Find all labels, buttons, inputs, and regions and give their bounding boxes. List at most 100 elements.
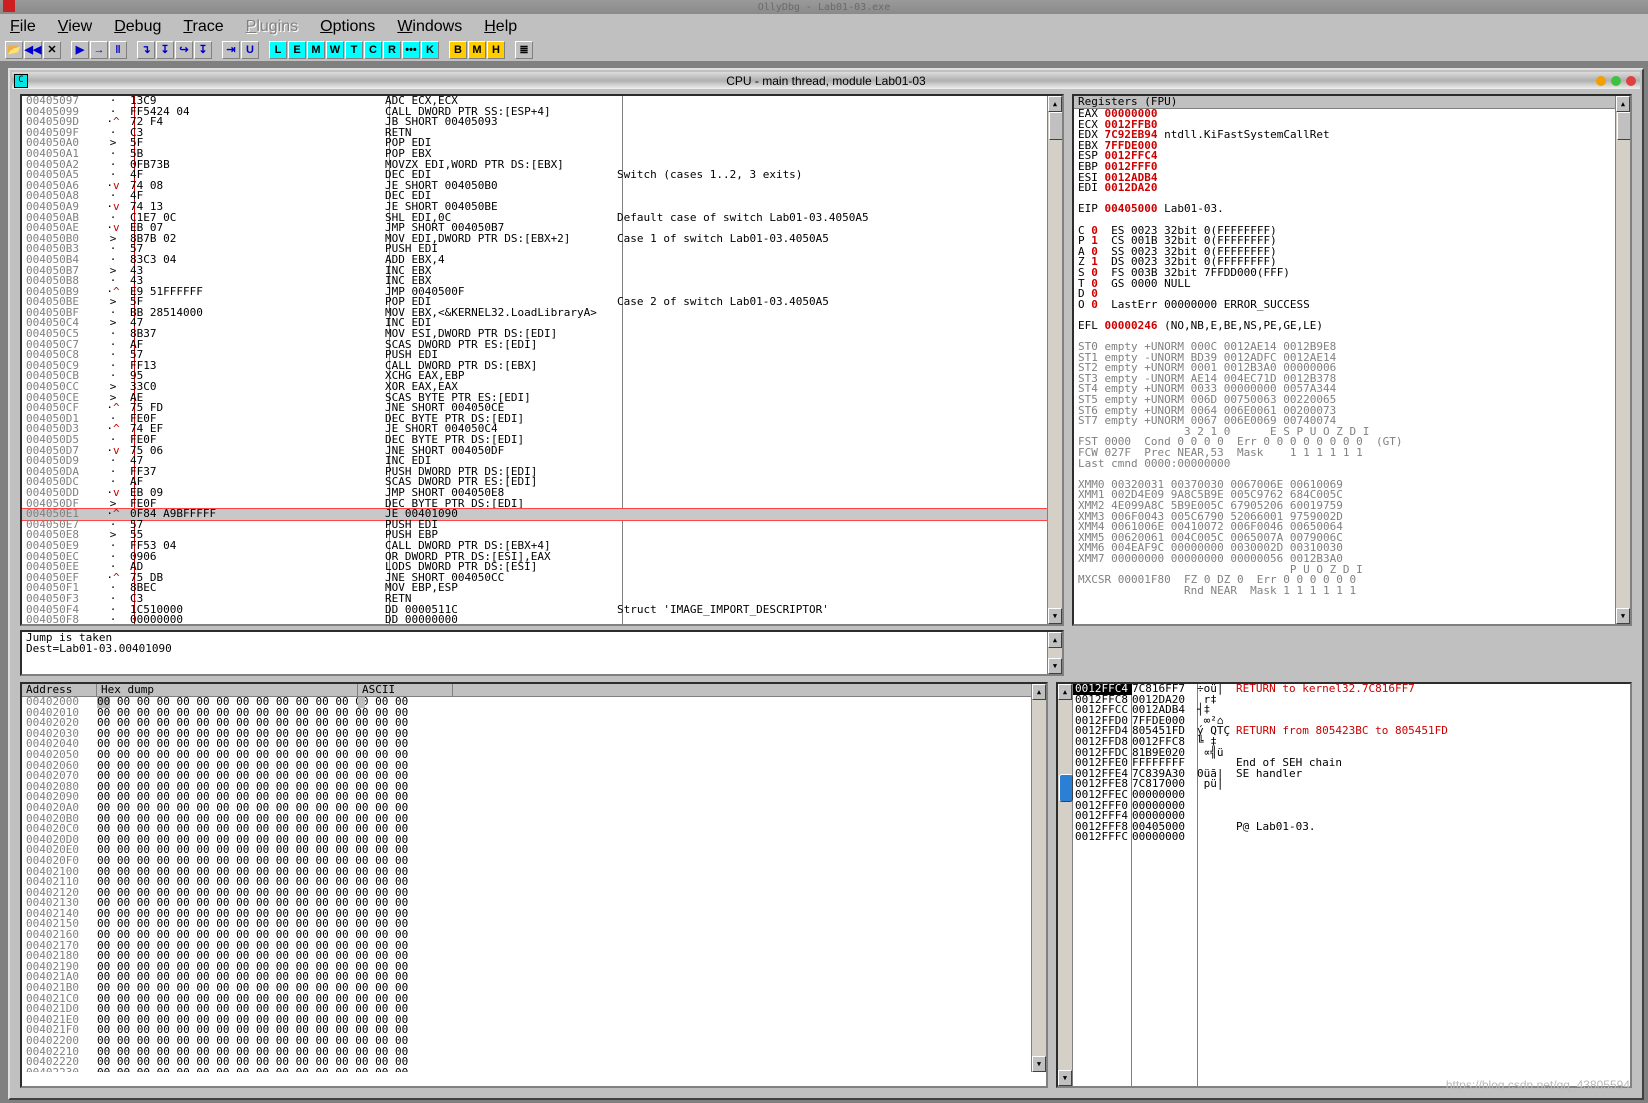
stack-row[interactable]: 0012FFFC 00000000: [1072, 832, 1616, 843]
trace-over-button[interactable]: ↧: [194, 41, 212, 59]
disasm-scrollbar[interactable]: ▲ ▼: [1047, 96, 1062, 624]
run-button[interactable]: ▶: [71, 41, 89, 59]
disassembly-pane[interactable]: 00405097 · 13C9 ADC ECX,ECX 00405099 · FF5424 …: [20, 94, 1064, 626]
registers-header: Registers (FPU): [1074, 96, 1630, 109]
stack-scrollbar[interactable]: ▲ ▼: [1058, 684, 1073, 1086]
log-window-button[interactable]: L: [269, 41, 287, 59]
disasm-row[interactable]: 004050A6 ·v 74 08 JE SHORT 004050B0: [22, 180, 1048, 192]
windows-list-button[interactable]: T: [345, 41, 363, 59]
scroll-down-arrow[interactable]: ▼: [1616, 608, 1630, 624]
patches-button[interactable]: K: [421, 41, 439, 59]
scroll-up-arrow[interactable]: ▲: [1048, 96, 1062, 112]
more-windows-button[interactable]: •••: [402, 41, 420, 59]
disasm-row[interactable]: 0040509F · C3 RETN: [22, 127, 1048, 139]
scroll-down-arrow[interactable]: ▼: [1058, 1070, 1072, 1086]
disasm-row[interactable]: 004050D5 · FE0F DEC BYTE PTR DS:[EDI]: [22, 434, 1048, 446]
disasm-row[interactable]: 004050F1 · 8BEC MOV EBP,ESP: [22, 583, 1048, 594]
threads-window-button[interactable]: W: [326, 41, 344, 59]
pause-button[interactable]: ‖: [109, 41, 127, 59]
call-stack-button[interactable]: R: [383, 41, 401, 59]
disassembly-list[interactable]: 00405097 · 13C9 ADC ECX,ECX 00405099 · FF5424 …: [22, 96, 1048, 624]
disasm-row[interactable]: 004050B4 · 83C3 04 ADD EBX,4: [22, 254, 1048, 266]
disasm-row[interactable]: 004050DD ·v EB 09 JMP SHORT 004050E8: [22, 487, 1048, 499]
user-code-button[interactable]: U: [241, 41, 259, 59]
menu-item-view[interactable]: View: [58, 18, 92, 36]
disasm-row[interactable]: 004050B9 ·^ E9 51FFFFFF JMP 0040500F: [22, 286, 1048, 298]
executable-modules-button[interactable]: E: [288, 41, 306, 59]
scroll-down-arrow[interactable]: ▼: [1048, 608, 1062, 624]
breakpoints-button[interactable]: B: [449, 41, 467, 59]
disasm-row[interactable]: 004050D1 · FE0F DEC BYTE PTR DS:[EDI]: [22, 413, 1048, 425]
disasm-row[interactable]: 004050C7 · AF SCAS DWORD PTR ES:[EDI]: [22, 339, 1048, 351]
dump-body[interactable]: 00402000 00 00 00 00 00 00 00 00 00 00 00…: [22, 697, 1032, 1072]
disasm-row[interactable]: 004050DC · AF SCAS DWORD PTR ES:[EDI]: [22, 477, 1048, 488]
options-list-button[interactable]: ≣: [515, 41, 533, 59]
minimize-button[interactable]: [1596, 75, 1606, 86]
disasm-row[interactable]: 004050C9 · FF13 CALL DWORD PTR DS:[EBX]: [22, 360, 1048, 372]
dump-row[interactable]: 0040223000 00 00 00 00 00 00 00 00 00 00…: [22, 1067, 1032, 1072]
disasm-row[interactable]: 004050EF ·^ 75 DB JNE SHORT 004050CC: [22, 572, 1048, 584]
close-button[interactable]: ✕: [43, 41, 61, 59]
disasm-row[interactable]: 004050D7 ·v 75 06 JNE SHORT 004050DF: [22, 445, 1048, 457]
scroll-up-arrow[interactable]: ▲: [1048, 632, 1062, 648]
disasm-row[interactable]: 004050CE > AE SCAS BYTE PTR ES:[EDI]: [22, 392, 1048, 404]
disasm-row[interactable]: 004050B0 >8B7B 02 MOV EDI,DWORD PTR DS:[EB…: [22, 233, 1048, 245]
menu-item-help[interactable]: Help: [484, 18, 517, 36]
disasm-bytes: 74 EF: [130, 422, 164, 436]
scroll-down-arrow[interactable]: ▼: [1048, 658, 1062, 674]
memory-breakpoints-button[interactable]: M: [468, 41, 486, 59]
menu-item-windows[interactable]: Windows: [397, 18, 462, 36]
scroll-up-arrow[interactable]: ▲: [1616, 96, 1630, 112]
disasm-row[interactable]: 004050A0 >5F POP EDI: [22, 138, 1048, 149]
info-scrollbar[interactable]: ▲ ▼: [1047, 632, 1062, 674]
tool-bar: 📂 ◀◀ ✕ ▶ → ‖ ↴ ↧ ↪ ↧ ⇥ U L E M W T C R ••• K B M H ≣: [0, 39, 1648, 62]
close-button[interactable]: [1626, 75, 1636, 86]
step-over-button[interactable]: ↧: [156, 41, 174, 59]
memory-dump-pane[interactable]: Address Hex dump ASCII 00402000 00 00 00 …: [20, 682, 1048, 1088]
menu-item-options[interactable]: Options: [320, 18, 375, 36]
disasm-row[interactable]: 00405099 · FF5424 04 CALL DWORD PTR SS:[ESP…: [22, 106, 1048, 118]
registers-body[interactable]: EAX 00000000 ECX 0012FFB0 EDX 7C92EB94 ntd…: [1074, 109, 1616, 624]
scroll-thumb[interactable]: [1617, 112, 1630, 140]
trace-into-button[interactable]: ↪: [175, 41, 193, 59]
menu-item-debug[interactable]: Debug: [114, 18, 161, 36]
scroll-up-arrow[interactable]: ▲: [1058, 684, 1072, 700]
disasm-row[interactable]: 004050E7 · 57 PUSH EDI: [22, 519, 1048, 531]
registers-scrollbar[interactable]: ▲ ▼: [1615, 96, 1630, 624]
disasm-row[interactable]: 004050EE · AD LODS DWORD PTR DS:[ESI]: [22, 561, 1048, 573]
disasm-row[interactable]: 004050CF ·^ 75 FD JNE SHORT 004050CE: [22, 402, 1048, 414]
scroll-down-arrow[interactable]: ▼: [1032, 1056, 1046, 1072]
memory-map-button[interactable]: M: [307, 41, 325, 59]
disasm-row[interactable]: 0040509D ·^ 72 F4 JB SHORT 00405093: [22, 116, 1048, 128]
hardware-breakpoints-button[interactable]: H: [487, 41, 505, 59]
cpu-window-button[interactable]: C: [364, 41, 382, 59]
open-file-button[interactable]: 📂: [5, 41, 23, 59]
disasm-row[interactable]: 004050D3 ·^ 74 EF JE SHORT 004050C4: [22, 422, 1048, 436]
disasm-row[interactable]: 004050A2 · 0FB73B MOVZX EDI,WORD PTR DS:[EB…: [22, 159, 1048, 171]
menu-item-trace[interactable]: Trace: [183, 18, 223, 36]
disasm-row[interactable]: 004050B7 >43 INC EBX: [22, 265, 1048, 277]
disasm-row[interactable]: 004050BF · BB 28514000 MOV EBX,<&KERNEL32.L…: [22, 307, 1048, 319]
cpu-window-title-bar[interactable]: C CPU - main thread, module Lab01-03: [12, 72, 1640, 89]
disasm-row[interactable]: 004050CC >33C0 XOR EAX,EAX: [22, 381, 1048, 393]
disasm-row[interactable]: 004050F8 · 00000000 DD 00000000: [22, 614, 1048, 624]
maximize-button[interactable]: [1611, 75, 1621, 86]
disasm-row[interactable]: 004050AB · C1E7 0C SHL EDI,0C Default case o…: [22, 212, 1048, 224]
scroll-thumb[interactable]: [1049, 112, 1062, 140]
step-over-run-button[interactable]: →: [90, 41, 108, 59]
registers-pane[interactable]: Registers (FPU) EAX 00000000 ECX 0012FFB0…: [1072, 94, 1632, 626]
disasm-row[interactable]: 004050CB · 95 XCHG EAX,EBP: [22, 371, 1048, 382]
stack-pane[interactable]: 0012FFC4 7C816FF7 ÷oü| RETURN to kernel32.7…: [1056, 682, 1632, 1088]
dump-scrollbar[interactable]: ▲ ▼: [1031, 684, 1046, 1072]
scroll-thumb[interactable]: [1059, 774, 1073, 802]
disasm-row[interactable]: 004050A5 · 4F DEC EDI Switch (cases 1..2, 3 …: [22, 169, 1048, 181]
restart-button[interactable]: ◀◀: [24, 41, 42, 59]
disasm-row[interactable]: 004050A8 · 4F DEC EDI: [22, 191, 1048, 202]
menu-item-plugins[interactable]: Plugins: [246, 18, 298, 36]
menu-item-file[interactable]: File: [10, 18, 36, 36]
disasm-row[interactable]: 004050E1 ·^ 0F84 A9BFFFFF JE 00401090: [22, 508, 1048, 521]
execute-till-return-button[interactable]: ⇥: [222, 41, 240, 59]
step-into-button[interactable]: ↴: [137, 41, 155, 59]
stack-body[interactable]: 0012FFC4 7C816FF7 ÷oü| RETURN to kernel32.7…: [1072, 684, 1616, 1086]
scroll-up-arrow[interactable]: ▲: [1032, 684, 1046, 700]
